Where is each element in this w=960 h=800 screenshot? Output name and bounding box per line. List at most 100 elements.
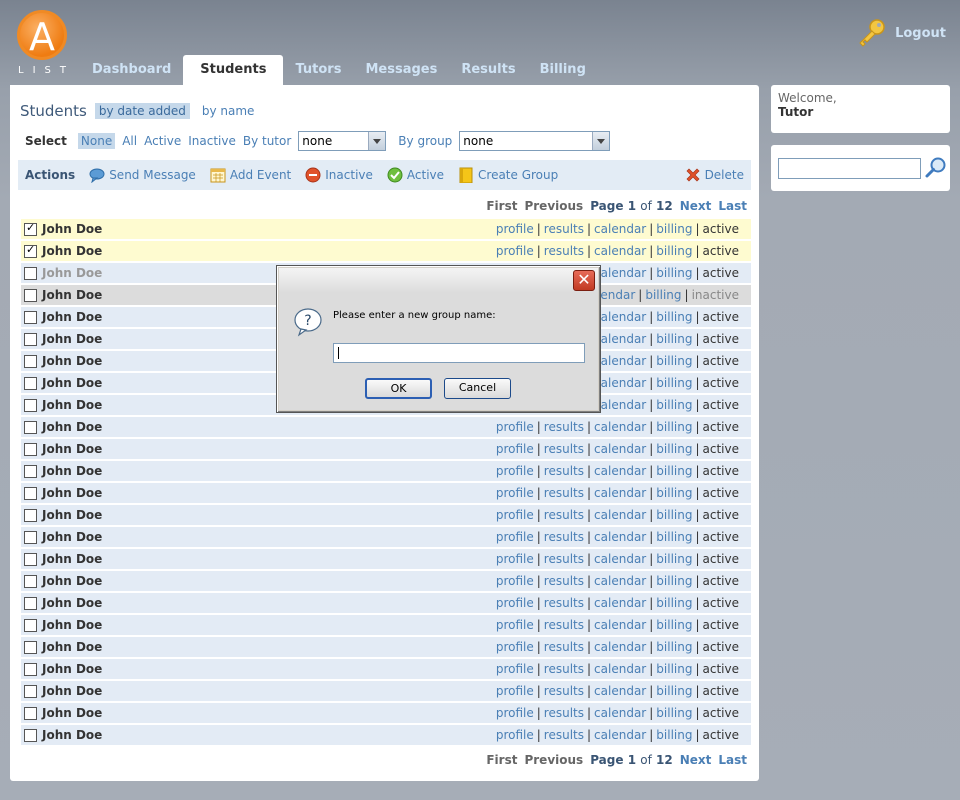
row-checkbox[interactable] — [24, 486, 37, 500]
filter-none[interactable]: None — [77, 133, 116, 149]
status-link[interactable]: active — [703, 354, 739, 368]
row-checkbox[interactable] — [24, 420, 37, 434]
tab-dashboard[interactable]: Dashboard — [80, 55, 183, 85]
link-billing[interactable]: billing — [656, 464, 692, 478]
search-input[interactable] — [778, 158, 921, 179]
link-profile[interactable]: profile — [496, 530, 534, 544]
delete-button[interactable]: Delete — [685, 167, 744, 183]
status-link[interactable]: active — [703, 376, 739, 390]
student-name[interactable]: John Doe — [42, 706, 102, 720]
row-checkbox[interactable] — [24, 552, 37, 566]
row-checkbox[interactable] — [24, 354, 37, 368]
row-checkbox[interactable] — [24, 728, 37, 742]
link-results[interactable]: results — [544, 508, 584, 522]
link-results[interactable]: results — [544, 486, 584, 500]
status-link[interactable]: active — [703, 244, 739, 258]
link-calendar[interactable]: calendar — [594, 530, 646, 544]
pager-previous[interactable]: Previous — [524, 199, 583, 213]
link-calendar[interactable]: calendar — [594, 464, 646, 478]
student-name[interactable]: John Doe — [42, 486, 102, 500]
tab-messages[interactable]: Messages — [353, 55, 449, 85]
student-name[interactable]: John Doe — [42, 398, 102, 412]
pager-last[interactable]: Last — [718, 753, 747, 767]
link-results[interactable]: results — [544, 596, 584, 610]
link-calendar[interactable]: calendar — [594, 508, 646, 522]
link-results[interactable]: results — [544, 442, 584, 456]
link-profile[interactable]: profile — [496, 486, 534, 500]
link-calendar[interactable]: calendar — [594, 266, 646, 280]
status-link[interactable]: active — [703, 508, 739, 522]
row-checkbox[interactable] — [24, 332, 37, 346]
tab-students[interactable]: Students — [183, 55, 284, 85]
filter-active[interactable]: Active — [144, 134, 181, 148]
link-profile[interactable]: profile — [496, 420, 534, 434]
link-results[interactable]: results — [544, 640, 584, 654]
student-name[interactable]: John Doe — [42, 442, 102, 456]
student-name[interactable]: John Doe — [42, 420, 102, 434]
status-link[interactable]: active — [703, 266, 739, 280]
link-calendar[interactable]: calendar — [594, 728, 646, 742]
link-results[interactable]: results — [544, 464, 584, 478]
link-billing[interactable]: billing — [656, 706, 692, 720]
link-profile[interactable]: profile — [496, 728, 534, 742]
status-link[interactable]: active — [703, 420, 739, 434]
link-billing[interactable]: billing — [656, 266, 692, 280]
pager-next[interactable]: Next — [680, 753, 712, 767]
row-checkbox[interactable] — [24, 684, 37, 698]
student-name[interactable]: John Doe — [42, 728, 102, 742]
link-calendar[interactable]: calendar — [594, 310, 646, 324]
link-billing[interactable]: billing — [656, 244, 692, 258]
by-tutor-select[interactable]: none — [298, 131, 387, 151]
status-link[interactable]: active — [703, 552, 739, 566]
status-link[interactable]: active — [703, 618, 739, 632]
by-group-select[interactable]: none — [459, 131, 611, 151]
status-link[interactable]: active — [703, 442, 739, 456]
dialog-titlebar[interactable]: ✕ — [279, 268, 598, 293]
link-billing[interactable]: billing — [656, 640, 692, 654]
row-checkbox[interactable] — [24, 640, 37, 654]
status-link[interactable]: active — [703, 662, 739, 676]
student-name[interactable]: John Doe — [42, 376, 102, 390]
row-checkbox[interactable] — [24, 442, 37, 456]
student-name[interactable]: John Doe — [42, 596, 102, 610]
link-calendar[interactable]: calendar — [594, 574, 646, 588]
link-calendar[interactable]: calendar — [594, 222, 646, 236]
link-billing[interactable]: billing — [656, 442, 692, 456]
student-name[interactable]: John Doe — [42, 222, 102, 236]
tab-results[interactable]: Results — [449, 55, 527, 85]
link-billing[interactable]: billing — [656, 332, 692, 346]
status-link[interactable]: active — [703, 486, 739, 500]
link-billing[interactable]: billing — [656, 618, 692, 632]
link-profile[interactable]: profile — [496, 640, 534, 654]
row-checkbox[interactable] — [24, 376, 37, 390]
link-profile[interactable]: profile — [496, 464, 534, 478]
link-calendar[interactable]: calendar — [594, 596, 646, 610]
link-results[interactable]: results — [544, 574, 584, 588]
tab-tutors[interactable]: Tutors — [283, 55, 353, 85]
status-link[interactable]: inactive — [692, 288, 739, 302]
status-link[interactable]: active — [703, 464, 739, 478]
link-profile[interactable]: profile — [496, 706, 534, 720]
set-inactive-button[interactable]: Inactive — [305, 167, 373, 183]
link-calendar[interactable]: calendar — [594, 618, 646, 632]
link-profile[interactable]: profile — [496, 618, 534, 632]
link-results[interactable]: results — [544, 244, 584, 258]
link-results[interactable]: results — [544, 684, 584, 698]
filter-inactive[interactable]: Inactive — [188, 134, 236, 148]
link-calendar[interactable]: calendar — [594, 684, 646, 698]
student-name[interactable]: John Doe — [42, 288, 102, 302]
status-link[interactable]: active — [703, 684, 739, 698]
link-results[interactable]: results — [544, 222, 584, 236]
link-billing[interactable]: billing — [656, 574, 692, 588]
link-calendar[interactable]: calendar — [594, 552, 646, 566]
add-event-button[interactable]: Add Event — [210, 167, 291, 183]
link-billing[interactable]: billing — [656, 728, 692, 742]
status-link[interactable]: active — [703, 310, 739, 324]
student-name[interactable]: John Doe — [42, 640, 102, 654]
link-results[interactable]: results — [544, 618, 584, 632]
tab-billing[interactable]: Billing — [528, 55, 598, 85]
pager-first[interactable]: First — [486, 753, 517, 767]
set-active-button[interactable]: Active — [387, 167, 444, 183]
link-calendar[interactable]: calendar — [594, 662, 646, 676]
link-calendar[interactable]: calendar — [594, 706, 646, 720]
